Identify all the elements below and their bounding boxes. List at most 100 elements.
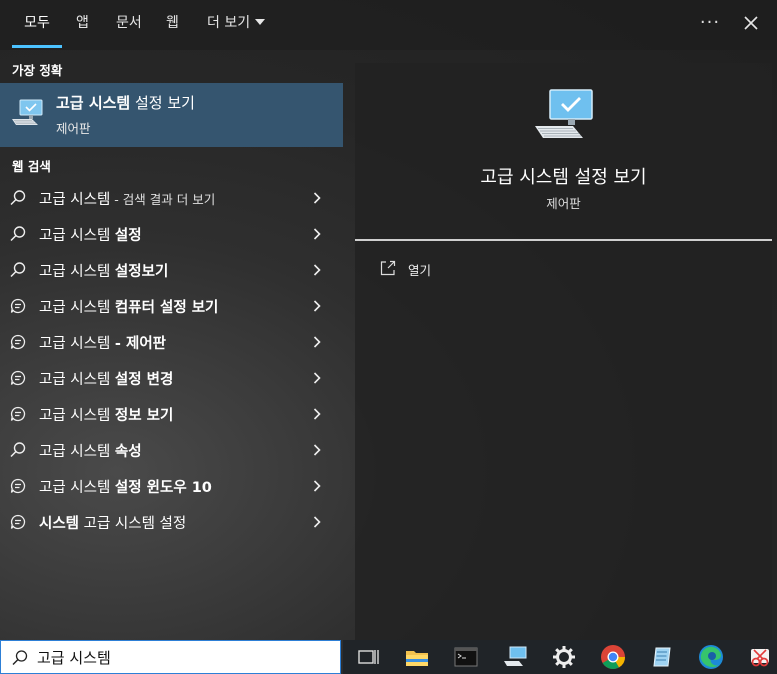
notepad-icon[interactable]: [648, 643, 676, 671]
task-view-icon[interactable]: [354, 643, 382, 671]
system-settings-monitor-icon: [12, 99, 43, 125]
tab-more-label: 더 보기: [207, 15, 251, 31]
row-text-prefix: 고급 시스템: [39, 300, 115, 316]
row-text-suffix: 설정 변경: [114, 372, 174, 388]
row-text-prefix: 고급 시스템: [39, 336, 115, 352]
chevron-right-icon: [313, 408, 321, 420]
web-search-row[interactable]: 고급 시스템 설정: [0, 216, 343, 252]
terminal-icon[interactable]: [452, 643, 480, 671]
snipping-tool-icon[interactable]: [746, 643, 774, 671]
search-icon: [10, 262, 26, 278]
row-text-prefix: 고급 시스템: [39, 192, 111, 208]
active-tab-indicator: [12, 45, 62, 48]
chat-icon: [10, 406, 26, 422]
system-settings-monitor-icon-large: [535, 89, 593, 138]
preview-divider: [355, 239, 772, 241]
open-external-icon: [380, 260, 396, 276]
close-icon[interactable]: [740, 12, 762, 34]
row-text: 고급 시스템 설정 윈도우 10: [39, 476, 212, 497]
web-search-row[interactable]: 고급 시스템 설정 윈도우 10: [0, 468, 343, 504]
web-search-row[interactable]: 고급 시스템 정보 보기: [0, 396, 343, 432]
web-search-header: 웹 검색: [12, 159, 51, 174]
web-search-row[interactable]: 고급 시스템 속성: [0, 432, 343, 468]
edge-icon[interactable]: [697, 643, 725, 671]
chat-icon: [10, 514, 26, 530]
tab-apps[interactable]: 앱: [76, 0, 89, 50]
chat-icon: [10, 334, 26, 350]
best-match-header: 가장 정확: [12, 63, 63, 78]
row-text-suffix: 설정보기: [114, 264, 169, 280]
open-action[interactable]: 열기: [375, 258, 495, 282]
web-search-row[interactable]: 고급 시스템 설정보기: [0, 252, 343, 288]
row-text-suffix: 속성: [114, 444, 142, 460]
row-text-suffix: 설정 윈도우 10: [114, 480, 212, 496]
search-icon: [10, 226, 26, 242]
chevron-right-icon: [313, 228, 321, 240]
row-text: 시스템 고급 시스템 설정: [39, 512, 186, 533]
chat-icon: [10, 478, 26, 494]
web-search-row[interactable]: 고급 시스템 - 검색 결과 더 보기: [0, 180, 343, 216]
chevron-right-icon: [313, 516, 321, 528]
search-box[interactable]: [0, 640, 341, 674]
taskbar: [343, 640, 777, 674]
results-pane: 가장 정확 고급 시스템 설정 보기 제어판 웹 검색 고급 시스템 - 검색 …: [0, 50, 343, 640]
start-search-window: 모두 앱 문서 웹 더 보기 ··· 가장 정확 고급 시스템 설정 보기 제어…: [0, 0, 777, 674]
row-text-suffix: 컴퓨터 설정 보기: [114, 300, 219, 316]
row-text: 고급 시스템 속성: [39, 440, 142, 461]
row-text-prefix: 고급 시스템: [39, 372, 115, 388]
chevron-right-icon: [313, 444, 321, 456]
file-explorer-icon[interactable]: [403, 643, 431, 671]
chevron-right-icon: [313, 192, 321, 204]
row-text: 고급 시스템 설정보기: [39, 260, 168, 281]
row-text-suffix: 고급 시스템 설정: [79, 516, 187, 532]
tab-web[interactable]: 웹: [166, 0, 179, 50]
tab-documents-label: 문서: [116, 15, 142, 31]
row-text: 고급 시스템 설정: [39, 224, 142, 245]
chat-icon: [10, 298, 26, 314]
settings-gear-icon[interactable]: [550, 643, 578, 671]
chevron-right-icon: [313, 372, 321, 384]
row-text-prefix: 고급 시스템: [39, 444, 115, 460]
row-text-prefix: 고급 시스템: [39, 264, 115, 280]
search-icon: [10, 190, 26, 206]
caret-down-icon: [255, 19, 266, 25]
open-action-label: 열기: [408, 263, 432, 278]
row-text-prefix: 고급 시스템: [39, 408, 115, 424]
chevron-right-icon: [313, 480, 321, 492]
row-text: 고급 시스템 - 검색 결과 더 보기: [39, 188, 215, 209]
tab-more-dropdown[interactable]: 더 보기: [207, 0, 266, 50]
tab-documents[interactable]: 문서: [116, 0, 142, 50]
row-text-prefix: 시스템: [39, 516, 80, 532]
preview-pane: 고급 시스템 설정 보기 제어판 열기: [355, 63, 772, 640]
chat-icon: [10, 370, 26, 386]
best-match-title-bold: 고급 시스템: [56, 94, 131, 112]
web-search-row[interactable]: 고급 시스템 컴퓨터 설정 보기: [0, 288, 343, 324]
web-search-row[interactable]: 고급 시스템 설정 변경: [0, 360, 343, 396]
system-monitor-icon[interactable]: [501, 643, 529, 671]
more-options-button[interactable]: ···: [698, 8, 722, 38]
preview-title: 고급 시스템 설정 보기: [480, 167, 647, 188]
row-text: 고급 시스템 - 제어판: [39, 332, 166, 353]
chevron-right-icon: [313, 300, 321, 312]
web-search-row[interactable]: 시스템 고급 시스템 설정: [0, 504, 343, 540]
row-text-suffix: 정보 보기: [114, 408, 174, 424]
best-match-subtitle: 제어판: [56, 121, 91, 136]
web-search-row[interactable]: 고급 시스템 - 제어판: [0, 324, 343, 360]
row-text-suffix: - 제어판: [114, 336, 167, 352]
search-icon: [12, 650, 28, 665]
best-match-title-rest: 설정 보기: [130, 94, 195, 112]
best-match-result[interactable]: 고급 시스템 설정 보기 제어판: [0, 83, 343, 147]
row-text: 고급 시스템 컴퓨터 설정 보기: [39, 296, 218, 317]
tab-web-label: 웹: [166, 15, 179, 31]
chrome-icon[interactable]: [599, 643, 627, 671]
row-text-prefix: 고급 시스템: [39, 480, 115, 496]
best-match-title: 고급 시스템 설정 보기: [56, 92, 195, 113]
filter-tab-bar: 모두 앱 문서 웹 더 보기 ···: [0, 0, 777, 50]
row-text-prefix: 고급 시스템: [39, 228, 115, 244]
search-input[interactable]: [37, 646, 327, 668]
row-text: 고급 시스템 정보 보기: [39, 404, 173, 425]
tab-all[interactable]: 모두: [12, 0, 62, 50]
chevron-right-icon: [313, 264, 321, 276]
row-text: 고급 시스템 설정 변경: [39, 368, 173, 389]
row-text-suffix: - 검색 결과 더 보기: [110, 192, 216, 207]
